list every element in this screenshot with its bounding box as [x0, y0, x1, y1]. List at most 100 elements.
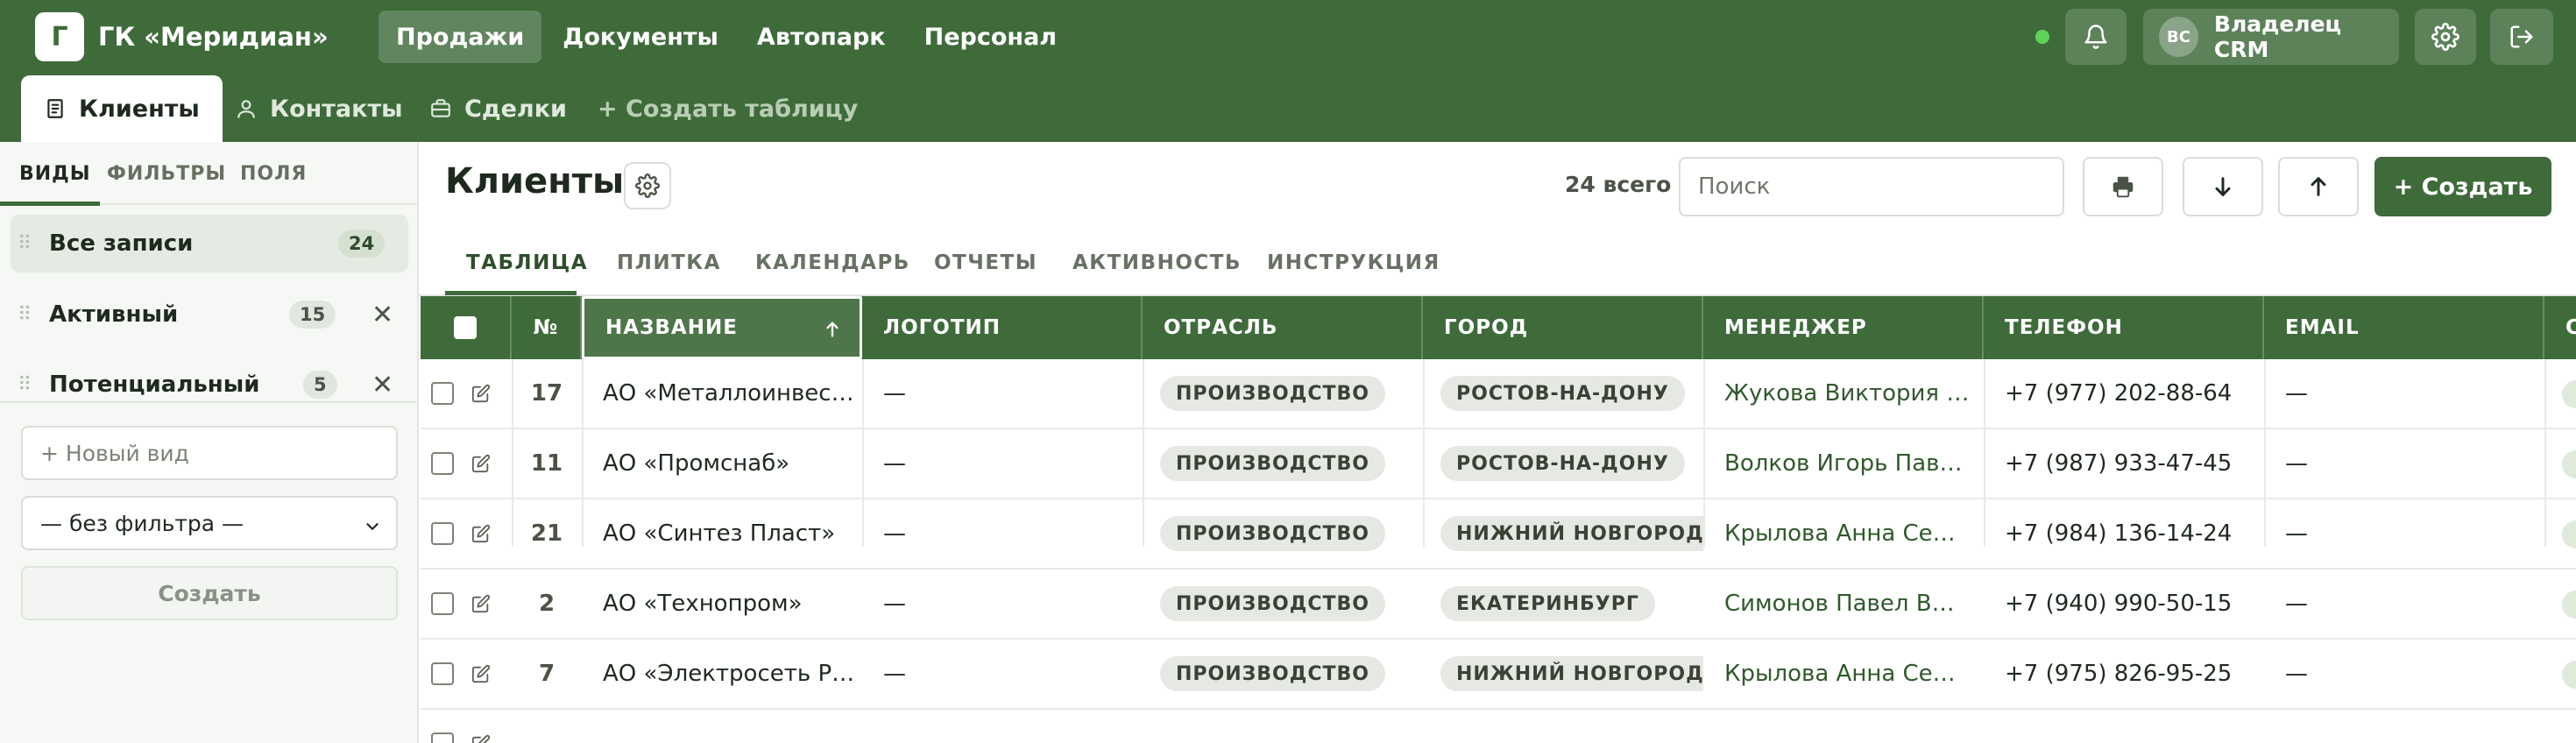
export-button[interactable]: [2278, 157, 2359, 216]
cell-phone: [2005, 710, 2259, 743]
cell-manager[interactable]: Жукова Виктория …: [1724, 359, 1978, 428]
nav-sales[interactable]: Продажи: [379, 11, 542, 63]
tab-activity[interactable]: АКТИВНОСТЬ: [1072, 231, 1242, 294]
cell-email: —: [2285, 661, 2308, 687]
column-header-phone[interactable]: ТЕЛЕФОН: [1984, 296, 2264, 359]
cell-manager[interactable]: [1724, 710, 1978, 743]
cell-manager[interactable]: Крылова Анна Се…: [1724, 640, 1978, 708]
column-header-city[interactable]: ГОРОД: [1423, 296, 1703, 359]
nav-documents[interactable]: Документы: [545, 11, 736, 63]
cell-name[interactable]: АО «Синтез Пласт»: [603, 499, 857, 568]
row-checkbox[interactable]: [431, 382, 454, 405]
online-status-dot: [2035, 30, 2049, 44]
view-item-potential[interactable]: ⠿ Потенциальный 5 ✕: [11, 356, 408, 414]
table-row[interactable]: 17 АО «Металлоинвес… — ПРОИЗВОДСТВО РОСТОВ-Н…: [421, 359, 2576, 429]
row-edit-button[interactable]: [471, 710, 503, 743]
filter-select[interactable]: — без фильтра —: [21, 496, 398, 550]
print-button[interactable]: [2083, 157, 2163, 216]
column-header-label: НАЗВАНИЕ: [605, 316, 738, 339]
tab-instructions[interactable]: ИНСТРУКЦИЯ: [1267, 231, 1440, 294]
user-menu[interactable]: ВС Владелец CRM: [2143, 9, 2399, 65]
nav-fleet[interactable]: Автопарк: [740, 11, 903, 63]
drag-handle-icon[interactable]: ⠿: [18, 374, 32, 396]
cell-city: РОСТОВ-НА-ДОНУ: [1440, 359, 1703, 428]
briefcase-icon: [431, 99, 450, 117]
cell-name[interactable]: АО «Технопром»: [603, 570, 857, 638]
column-divider: [512, 359, 513, 547]
cell-name[interactable]: АО «Электросеть Р…: [603, 640, 857, 708]
cell-name[interactable]: [603, 710, 857, 743]
cell-city: НИЖНИЙ НОВГОРОД: [1440, 640, 1703, 708]
view-item-active[interactable]: ⠿ Активный 15 ✕: [11, 286, 408, 343]
column-header-number[interactable]: №: [512, 296, 582, 359]
notifications-button[interactable]: [2065, 9, 2127, 65]
tab-contacts[interactable]: Контакты: [235, 75, 403, 142]
cell-city: [1440, 710, 1703, 743]
nav-staff[interactable]: Персонал: [907, 11, 1074, 63]
cell-manager[interactable]: Симонов Павел В…: [1724, 570, 1978, 638]
row-checkbox[interactable]: [431, 452, 454, 475]
view-item-all[interactable]: ⠿ Все записи 24: [11, 215, 408, 272]
cell-manager[interactable]: Крылова Анна Се…: [1724, 499, 1978, 568]
row-edit-button[interactable]: [471, 640, 503, 708]
brand-name[interactable]: ГК «Меридиан»: [98, 0, 329, 74]
cell-name[interactable]: АО «Промснаб»: [603, 429, 857, 498]
app-logo[interactable]: Г: [35, 12, 84, 61]
drag-handle-icon[interactable]: ⠿: [18, 304, 32, 326]
create-record-button[interactable]: + Создать: [2374, 157, 2551, 216]
table-row[interactable]: [421, 710, 2576, 743]
sidebar-tab-views[interactable]: ВИДЫ: [19, 142, 91, 205]
column-header-name[interactable]: НАЗВАНИЕ: [582, 296, 862, 359]
tab-table[interactable]: ТАБЛИЦА: [466, 231, 588, 294]
gear-icon: [635, 173, 660, 198]
tab-deals[interactable]: Сделки: [429, 75, 567, 142]
tab-deals-label: Сделки: [464, 95, 567, 123]
select-all-checkbox[interactable]: [454, 316, 477, 339]
cell-email: —: [2285, 450, 2308, 477]
create-table-button[interactable]: + Создать таблицу: [598, 75, 858, 142]
row-checkbox[interactable]: [431, 662, 454, 685]
create-view-button[interactable]: Создать: [21, 566, 398, 620]
sidebar-tab-fields[interactable]: ПОЛЯ: [240, 142, 307, 205]
column-header-logo[interactable]: ЛОГОТИП: [862, 296, 1143, 359]
sidebar-tab-filters[interactable]: ФИЛЬТРЫ: [107, 142, 226, 205]
row-checkbox[interactable]: [431, 522, 454, 545]
table-row[interactable]: 2 АО «Технопром» — ПРОИЗВОДСТВО ЕКАТЕРИНБУРГ…: [421, 570, 2576, 640]
delete-view-icon[interactable]: ✕: [372, 370, 393, 400]
tab-reports[interactable]: ОТЧЕТЫ: [934, 231, 1037, 294]
delete-view-icon[interactable]: ✕: [372, 300, 393, 330]
row-edit-button[interactable]: [471, 429, 503, 498]
tab-calendar[interactable]: КАЛЕНДАРЬ: [755, 231, 910, 294]
drag-handle-icon[interactable]: ⠿: [18, 233, 32, 255]
user-icon: [237, 100, 255, 118]
column-header-manager[interactable]: МЕНЕДЖЕР: [1703, 296, 1984, 359]
row-edit-button[interactable]: [471, 570, 503, 638]
row-edit-button[interactable]: [471, 359, 503, 428]
cell-email: —: [2285, 520, 2308, 547]
column-header-email[interactable]: EMAIL: [2264, 296, 2544, 359]
table-row[interactable]: 7 АО «Электросеть Р… — ПРОИЗВОДСТВО НИЖНИЙ Н…: [421, 640, 2576, 710]
tab-tiles[interactable]: ПЛИТКА: [617, 231, 721, 294]
row-checkbox[interactable]: [431, 732, 454, 743]
city-badge: РОСТОВ-НА-ДОНУ: [1440, 376, 1685, 411]
column-header-next[interactable]: С: [2544, 296, 2576, 359]
table-row[interactable]: 21 АО «Синтез Пласт» — ПРОИЗВОДСТВО НИЖНИЙ Н…: [421, 499, 2576, 570]
search-input[interactable]: [1679, 157, 2064, 216]
cell-industry: ПРОИЗВОДСТВО: [1160, 499, 1423, 568]
cell-industry: ПРОИЗВОДСТВО: [1160, 429, 1423, 498]
cell-number: 11: [530, 450, 563, 477]
cell-logo: —: [883, 591, 906, 617]
row-checkbox[interactable]: [431, 592, 454, 615]
cell-manager[interactable]: Волков Игорь Пав…: [1724, 429, 1978, 498]
table-settings-button[interactable]: [624, 162, 671, 209]
column-header-industry[interactable]: ОТРАСЛЬ: [1143, 296, 1423, 359]
row-edit-button[interactable]: [471, 499, 503, 568]
import-button[interactable]: [2183, 157, 2263, 216]
tab-clients[interactable]: Клиенты: [21, 75, 223, 142]
settings-button[interactable]: [2415, 9, 2476, 65]
industry-badge: ПРОИЗВОДСТВО: [1160, 586, 1385, 621]
new-view-input[interactable]: [21, 426, 398, 480]
cell-name[interactable]: АО «Металлоинвес…: [603, 359, 857, 428]
logout-button[interactable]: [2490, 9, 2553, 65]
table-row[interactable]: 11 АО «Промснаб» — ПРОИЗВОДСТВО РОСТОВ-НА-ДО…: [421, 429, 2576, 499]
